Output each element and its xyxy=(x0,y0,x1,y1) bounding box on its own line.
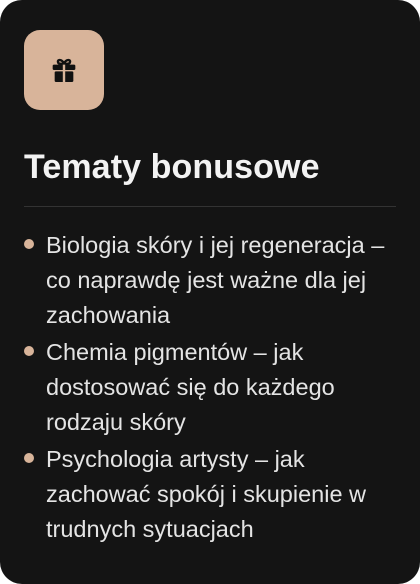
card-title: Tematy bonusowe xyxy=(24,148,320,186)
list-item-text: Chemia pigmentów – jak dostosować się do… xyxy=(46,339,335,435)
bullet-dot xyxy=(24,453,34,463)
list-item: Biologia skóry i jej regeneracja – co na… xyxy=(24,228,400,333)
topics-list: Biologia skóry i jej regeneracja – co na… xyxy=(24,228,400,549)
bonus-topics-card: Tematy bonusowe Biologia skóry i jej reg… xyxy=(0,0,420,584)
list-item-text: Biologia skóry i jej regeneracja – co na… xyxy=(46,232,385,328)
bullet-dot xyxy=(24,239,34,249)
divider xyxy=(24,206,396,207)
list-item: Psychologia artysty – jak zachować spokó… xyxy=(24,442,400,547)
list-item: Chemia pigmentów – jak dostosować się do… xyxy=(24,335,400,440)
gift-icon-tile xyxy=(24,30,104,110)
list-item-text: Psychologia artysty – jak zachować spokó… xyxy=(46,446,367,542)
gift-icon xyxy=(48,54,80,86)
bullet-dot xyxy=(24,346,34,356)
